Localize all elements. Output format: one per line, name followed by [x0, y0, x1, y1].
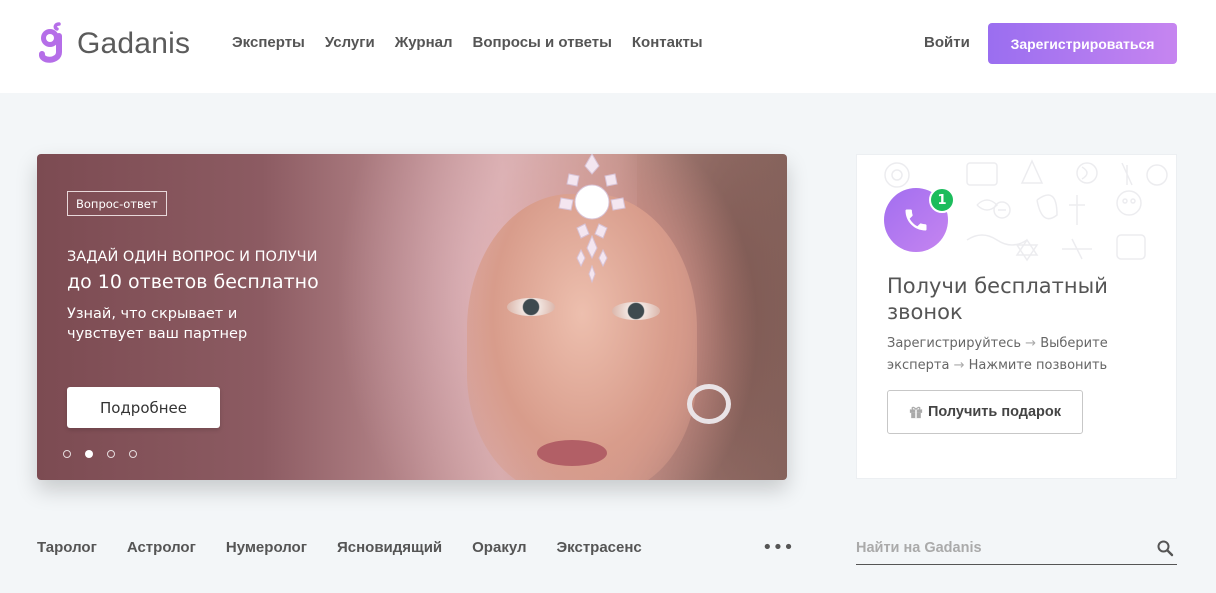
arrow-right-icon: → — [953, 358, 965, 373]
free-call-card: 1 Получи бесплатный звонок Зарегистрируй… — [856, 154, 1177, 479]
hero-subtitle: ЗАДАЙ ОДИН ВОПРОС И ПОЛУЧИ — [67, 249, 318, 265]
get-gift-button[interactable]: Получить подарок — [887, 390, 1083, 434]
nav-item-services[interactable]: Услуги — [325, 34, 375, 51]
site-header: Gadanis Эксперты Услуги Журнал Вопросы и… — [0, 0, 1216, 93]
card-title: Получи бесплатный звонок — [887, 274, 1108, 324]
notification-badge: 1 — [929, 187, 955, 213]
search-icon[interactable] — [1156, 539, 1174, 557]
carousel-dot[interactable] — [63, 450, 71, 458]
more-categories-button[interactable]: ••• — [762, 537, 794, 558]
nav-item-experts[interactable]: Эксперты — [232, 34, 305, 51]
nav-item-journal[interactable]: Журнал — [395, 34, 453, 51]
gadanis-logo-icon — [39, 22, 62, 63]
hero-text: Узнай, что скрывает и чувствует ваш парт… — [67, 306, 248, 342]
carousel-dot[interactable] — [107, 450, 115, 458]
hero-more-button[interactable]: Подробнее — [67, 387, 220, 428]
category-clairvoyant[interactable]: Ясновидящий — [337, 539, 442, 556]
hero-badge: Вопрос-ответ — [67, 191, 167, 216]
arrow-right-icon: → — [1025, 336, 1037, 351]
category-nav: Таролог Астролог Нумеролог Ясновидящий О… — [37, 539, 642, 556]
step-call: Нажмите позвонить — [968, 358, 1108, 373]
category-psychic[interactable]: Экстрасенс — [557, 539, 642, 556]
step-register: Зарегистрируйтесь — [887, 336, 1022, 351]
card-steps: Зарегистрируйтесь → Выберите эксперта → … — [887, 333, 1147, 377]
hero-image-lips — [537, 440, 607, 466]
carousel-dots — [63, 450, 137, 458]
logo-text: Gadanis — [77, 27, 191, 60]
hero-image-eye — [507, 298, 555, 316]
register-button[interactable]: Зарегистрироваться — [988, 23, 1177, 64]
search-input[interactable] — [856, 533, 1146, 563]
category-oracle[interactable]: Оракул — [472, 539, 526, 556]
hero-image-eye — [612, 302, 660, 320]
carousel-dot-active[interactable] — [85, 450, 93, 458]
forehead-jewel-image — [558, 154, 626, 284]
login-link[interactable]: Войти — [924, 34, 970, 51]
hero-image-ring — [687, 384, 731, 424]
category-numerologist[interactable]: Нумеролог — [226, 539, 307, 556]
category-astrologer[interactable]: Астролог — [127, 539, 196, 556]
nav-item-faq[interactable]: Вопросы и ответы — [473, 34, 612, 51]
search-box — [856, 533, 1177, 565]
gift-icon — [909, 406, 923, 419]
phone-icon — [905, 209, 927, 231]
hero-title: до 10 ответов бесплатно — [67, 271, 319, 293]
logo[interactable]: Gadanis — [37, 22, 190, 66]
hero-banner[interactable]: Вопрос-ответ ЗАДАЙ ОДИН ВОПРОС И ПОЛУЧИ … — [37, 154, 787, 480]
category-tarot[interactable]: Таролог — [37, 539, 97, 556]
get-gift-label: Получить подарок — [927, 404, 1062, 420]
carousel-dot[interactable] — [129, 450, 137, 458]
main-nav: Эксперты Услуги Журнал Вопросы и ответы … — [232, 34, 703, 51]
nav-item-contacts[interactable]: Контакты — [632, 34, 703, 51]
